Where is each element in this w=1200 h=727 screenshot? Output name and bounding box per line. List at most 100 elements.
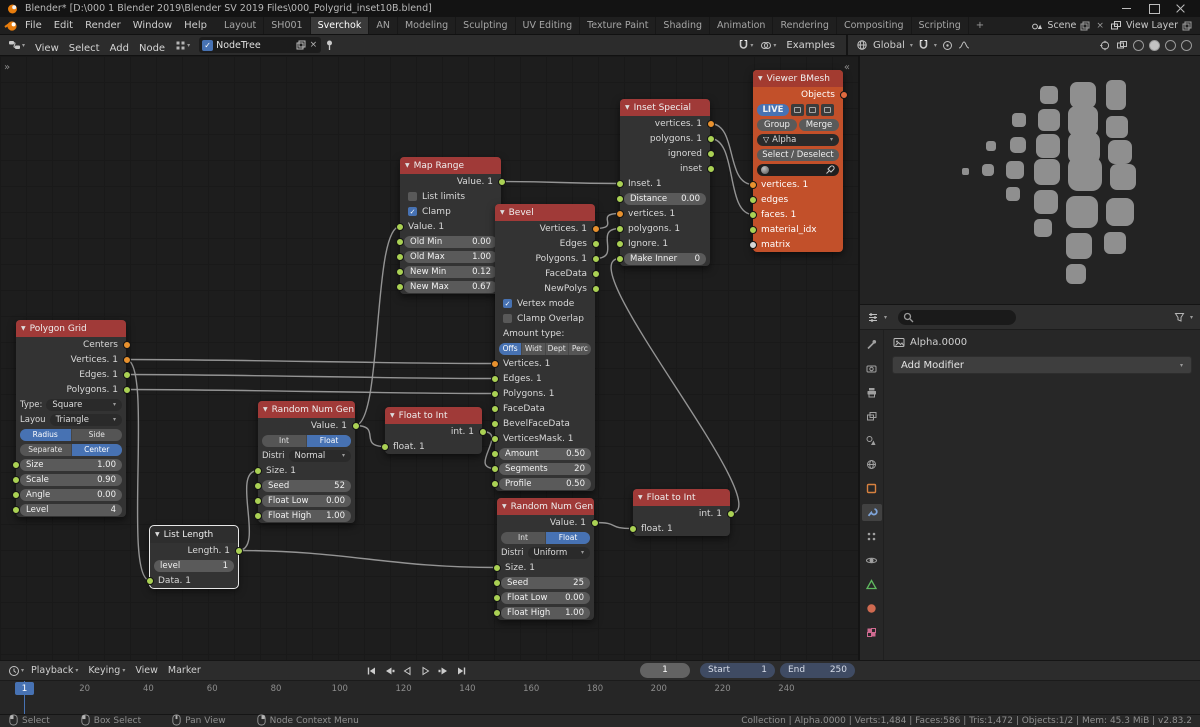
- checkbox-clamp-overlap[interactable]: [503, 314, 512, 323]
- input-socket[interactable]: [11, 460, 20, 469]
- value-field-angle[interactable]: Angle 0.00: [20, 488, 122, 501]
- breadcrumb-item[interactable]: Alpha.0000: [910, 337, 967, 348]
- value-field-level[interactable]: Level 4: [20, 503, 122, 516]
- input-socket[interactable]: [490, 374, 499, 383]
- input-socket[interactable]: [492, 608, 501, 617]
- menu-window[interactable]: Window: [127, 20, 178, 31]
- shading-rendered-icon[interactable]: [1181, 39, 1192, 51]
- input-socket[interactable]: [615, 179, 624, 188]
- input-socket[interactable]: [395, 252, 404, 261]
- gizmo-icon[interactable]: [1099, 40, 1111, 51]
- duplicate-tree-icon[interactable]: [296, 40, 306, 50]
- properties-tab-active-tool[interactable]: [862, 336, 882, 353]
- input-socket[interactable]: [395, 267, 404, 276]
- value-field-segments[interactable]: Segments 20: [499, 462, 591, 475]
- close-button[interactable]: [1167, 0, 1194, 17]
- output-socket[interactable]: [591, 269, 600, 278]
- checkbox-vertex-mode[interactable]: ✓: [503, 299, 512, 308]
- workspace-tab-scripting[interactable]: Scripting: [912, 17, 969, 34]
- output-socket[interactable]: [122, 355, 131, 364]
- button-merge[interactable]: Merge: [799, 118, 839, 131]
- output-socket[interactable]: [726, 509, 735, 518]
- timeline-menu-view[interactable]: View: [130, 665, 163, 676]
- editor-type-button[interactable]: ▾: [6, 39, 27, 51]
- pencil-icon[interactable]: [791, 103, 804, 116]
- timeline-menu-keying[interactable]: Keying ▾: [83, 665, 130, 676]
- scene-selector[interactable]: Scene: [1047, 20, 1076, 31]
- workspace-tab-modeling[interactable]: Modeling: [398, 17, 457, 34]
- timeline-editor-type-button[interactable]: ▾: [6, 665, 26, 677]
- segment-int[interactable]: Int: [501, 531, 546, 544]
- jump-to-start-button[interactable]: [363, 663, 380, 678]
- frame-end-field[interactable]: End 250: [780, 663, 855, 678]
- workspace-tab-sverchok[interactable]: Sverchok: [310, 17, 370, 34]
- output-socket[interactable]: [706, 164, 715, 173]
- input-socket[interactable]: [11, 475, 20, 484]
- node-menu-node[interactable]: Node: [134, 43, 170, 54]
- node-editor-canvas[interactable]: » « ▼ Polygon Grid Centers Vertices. 1 Edges…: [0, 56, 860, 660]
- properties-editor-icon[interactable]: [867, 312, 879, 323]
- node-random_num_gen_1[interactable]: ▼ Random Num Gen Value. 1 Int Float Distri Nor…: [253, 401, 360, 523]
- input-socket[interactable]: [253, 511, 262, 520]
- segment-center[interactable]: Center: [71, 443, 122, 456]
- value-field-float-high[interactable]: Float High 1.00: [262, 509, 351, 522]
- node-tree-selector[interactable]: ✓ NodeTree ×: [199, 37, 322, 53]
- output-socket[interactable]: [839, 90, 848, 99]
- segment-int[interactable]: Int: [262, 434, 307, 447]
- add-workspace-button[interactable]: +: [969, 20, 991, 31]
- properties-tab-world[interactable]: [862, 456, 882, 473]
- timeline-menu-marker[interactable]: Marker: [163, 665, 206, 676]
- collapse-node-icon[interactable]: ▼: [638, 494, 643, 501]
- input-socket[interactable]: [615, 194, 624, 203]
- node-float_to_int_1[interactable]: ▼ Float to Int int. 1 float. 1: [380, 407, 487, 454]
- output-socket[interactable]: [122, 340, 131, 349]
- shading-wireframe-icon[interactable]: [1133, 39, 1144, 51]
- output-socket[interactable]: [234, 546, 243, 555]
- input-socket[interactable]: [748, 225, 757, 234]
- filter-icon[interactable]: [1174, 312, 1185, 323]
- output-socket[interactable]: [590, 518, 599, 527]
- input-socket[interactable]: [490, 434, 499, 443]
- input-socket[interactable]: [748, 240, 757, 249]
- segment-side[interactable]: Side: [72, 429, 123, 441]
- button-select-deselect[interactable]: Select / Deselect: [757, 148, 839, 161]
- output-socket[interactable]: [497, 177, 506, 186]
- input-socket[interactable]: [748, 195, 757, 204]
- value-field-old-min[interactable]: Old Min 0.00: [404, 235, 497, 248]
- magnet-icon[interactable]: [918, 39, 929, 51]
- dropdown-layou[interactable]: Triangle ▾: [49, 413, 122, 426]
- orientation-dropdown[interactable]: Global: [873, 40, 905, 51]
- pin-icon[interactable]: [324, 39, 335, 51]
- output-socket[interactable]: [591, 284, 600, 293]
- output-socket[interactable]: [591, 254, 600, 263]
- overlays-button[interactable]: ▾: [758, 40, 778, 51]
- input-socket[interactable]: [490, 404, 499, 413]
- value-field-distance[interactable]: Distance 0.00: [624, 192, 706, 205]
- input-socket[interactable]: [395, 282, 404, 291]
- segment-separate[interactable]: Separate: [20, 443, 72, 456]
- node-float_to_int_2[interactable]: ▼ Float to Int int. 1 float. 1: [628, 489, 735, 536]
- node-bevel[interactable]: ▼ Bevel Vertices. 1 Edges Polygons. 1 FaceDat…: [490, 204, 600, 491]
- collapse-node-icon[interactable]: ▼: [502, 503, 507, 510]
- input-socket[interactable]: [615, 224, 624, 233]
- maximize-button[interactable]: [1140, 0, 1167, 17]
- playhead[interactable]: 1: [15, 682, 34, 695]
- output-socket[interactable]: [351, 421, 360, 430]
- checkbox-clamp[interactable]: ✓: [408, 207, 417, 216]
- input-socket[interactable]: [492, 578, 501, 587]
- menu-help[interactable]: Help: [178, 20, 213, 31]
- checkbox-list-limits[interactable]: [408, 192, 417, 201]
- input-socket[interactable]: [253, 496, 262, 505]
- workspace-tab-uv-editing[interactable]: UV Editing: [516, 17, 581, 34]
- node-list_length[interactable]: ▼ List Length Length. 1 level 1 Data. 1: [145, 525, 243, 589]
- collapse-node-icon[interactable]: ▼: [21, 325, 26, 332]
- workspace-tab-an[interactable]: AN: [369, 17, 398, 34]
- properties-tab-view-layer[interactable]: [862, 408, 882, 425]
- input-socket[interactable]: [492, 593, 501, 602]
- input-socket[interactable]: [145, 576, 154, 585]
- node-menu-add[interactable]: Add: [105, 43, 134, 54]
- properties-tab-material[interactable]: [862, 600, 882, 617]
- input-socket[interactable]: [395, 222, 404, 231]
- input-socket[interactable]: [615, 239, 624, 248]
- value-field-float-high[interactable]: Float High 1.00: [501, 606, 590, 619]
